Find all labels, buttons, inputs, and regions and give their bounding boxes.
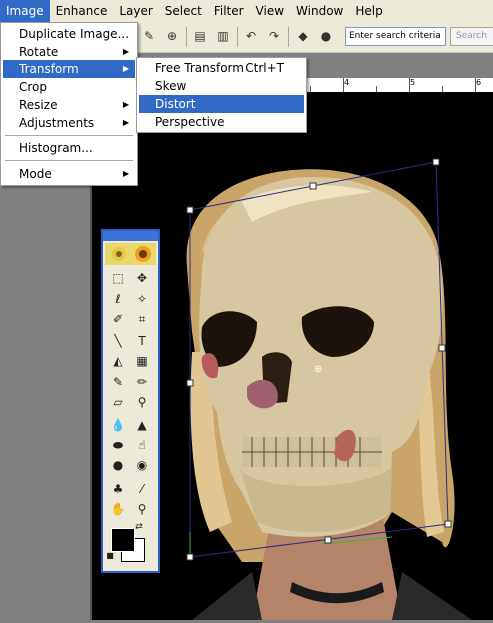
toolbar-separator bbox=[237, 27, 238, 47]
menu-item-mode[interactable]: Mode ▶ bbox=[3, 165, 135, 183]
cookie-cutter-icon[interactable]: ♣ bbox=[108, 479, 128, 499]
print-preview-icon[interactable]: ▥ bbox=[214, 27, 232, 45]
lasso-icon[interactable]: ℓ bbox=[108, 289, 128, 309]
menu-item-duplicate-image[interactable]: Duplicate Image... bbox=[3, 25, 135, 43]
menu-item-distort[interactable]: Distort bbox=[139, 95, 304, 113]
menu-item-perspective[interactable]: Perspective bbox=[139, 113, 304, 131]
redo-icon[interactable]: ↷ bbox=[265, 27, 283, 45]
tools-palette: ⬚ ✥ ℓ ✧ ✐ ⌗ ╲ T ◭ ▦ ✎ ✏ ▱ ⚲ 💧 ▲ ⬬ ☝ ● ◉ … bbox=[101, 229, 160, 573]
ruler-label: 5 bbox=[410, 78, 416, 87]
menu-layer[interactable]: Layer bbox=[113, 0, 158, 22]
menu-item-free-transform[interactable]: Free Transform Ctrl+T bbox=[139, 59, 304, 77]
menu-item-label: Skew bbox=[155, 79, 187, 93]
search-input[interactable]: Enter search criteria bbox=[345, 27, 446, 46]
quick-selection-icon[interactable]: ✐ bbox=[108, 309, 128, 329]
menu-item-rotate[interactable]: Rotate ▶ bbox=[3, 43, 135, 61]
dodge-icon[interactable]: ● bbox=[108, 455, 128, 475]
type-icon[interactable]: T bbox=[132, 331, 152, 351]
foreground-color-swatch[interactable] bbox=[111, 528, 135, 552]
print-icon[interactable]: ▤ bbox=[191, 27, 209, 45]
eraser-icon[interactable]: ▱ bbox=[108, 392, 128, 412]
menu-bar: Image Enhance Layer Select Filter View W… bbox=[0, 0, 493, 23]
sponge-icon[interactable]: ⬬ bbox=[108, 435, 128, 455]
clone-stamp-icon[interactable]: ⚲ bbox=[132, 392, 152, 412]
image-menu: Duplicate Image... Rotate ▶ Transform ▶ … bbox=[0, 22, 138, 186]
menu-image[interactable]: Image bbox=[0, 0, 50, 22]
ruler-label: 6 bbox=[476, 78, 482, 87]
eyedropper-tool-icon[interactable]: ⊕ bbox=[163, 27, 181, 45]
palette-well-icon[interactable]: ◆ bbox=[294, 27, 312, 45]
menu-select[interactable]: Select bbox=[159, 0, 208, 22]
submenu-arrow-icon: ▶ bbox=[122, 47, 129, 56]
ruler-tick bbox=[409, 78, 410, 92]
menu-enhance[interactable]: Enhance bbox=[50, 0, 114, 22]
menu-item-label: Mode bbox=[19, 167, 52, 181]
menu-help[interactable]: Help bbox=[349, 0, 388, 22]
menu-item-label: Rotate bbox=[19, 45, 59, 59]
menu-item-label: Perspective bbox=[155, 115, 225, 129]
search-button[interactable]: Search bbox=[450, 27, 493, 46]
magic-wand-icon[interactable]: ✧ bbox=[132, 289, 152, 309]
help-icon[interactable]: ● bbox=[317, 27, 335, 45]
menu-filter[interactable]: Filter bbox=[208, 0, 250, 22]
menu-item-label: Transform bbox=[19, 62, 79, 76]
menu-item-label: Resize bbox=[19, 98, 58, 112]
line-icon[interactable]: ╲ bbox=[108, 331, 128, 351]
palette-title-bar[interactable] bbox=[103, 231, 158, 241]
menu-item-crop[interactable]: Crop bbox=[3, 78, 135, 96]
menu-item-label: Adjustments bbox=[19, 116, 95, 130]
menu-item-adjustments[interactable]: Adjustments ▶ bbox=[3, 114, 135, 132]
toolbar-separator bbox=[288, 27, 289, 47]
ruler-tick bbox=[475, 78, 476, 92]
crop-icon[interactable]: ⌗ bbox=[132, 309, 152, 329]
submenu-arrow-icon: ▶ bbox=[122, 169, 129, 178]
toolbar-separator bbox=[186, 27, 187, 47]
marquee-icon[interactable]: ⬚ bbox=[108, 268, 128, 288]
menu-item-label: Crop bbox=[19, 80, 48, 94]
stamp-icon[interactable]: ✎ bbox=[140, 27, 158, 45]
red-eye-icon[interactable]: ◉ bbox=[132, 455, 152, 475]
paint-bucket-icon[interactable]: ◭ bbox=[108, 351, 128, 371]
sunflower-logo-icon bbox=[105, 243, 156, 265]
ruler-label: 4 bbox=[344, 78, 350, 87]
menu-item-label: Histogram... bbox=[19, 141, 93, 155]
menu-window[interactable]: Window bbox=[290, 0, 349, 22]
menu-item-shortcut: Ctrl+T bbox=[245, 61, 284, 75]
submenu-arrow-icon: ▶ bbox=[122, 64, 129, 73]
menu-item-transform[interactable]: Transform ▶ bbox=[3, 60, 135, 78]
menu-view[interactable]: View bbox=[250, 0, 290, 22]
menu-item-label: Distort bbox=[155, 97, 196, 111]
ruler-tick bbox=[343, 78, 344, 92]
sharpen-icon[interactable]: ▲ bbox=[132, 415, 152, 435]
menu-item-histogram[interactable]: Histogram... bbox=[3, 139, 135, 157]
menu-item-resize[interactable]: Resize ▶ bbox=[3, 96, 135, 114]
zoom-icon[interactable]: ⚲ bbox=[132, 499, 152, 519]
hand-icon[interactable]: ✋ bbox=[108, 499, 128, 519]
menu-separator bbox=[5, 135, 133, 136]
eyedropper-icon[interactable]: ⁄ bbox=[132, 479, 152, 499]
swap-colors-icon[interactable]: ⇄ bbox=[133, 521, 145, 533]
undo-icon[interactable]: ↶ bbox=[242, 27, 260, 45]
menu-item-label: Duplicate Image... bbox=[19, 27, 130, 41]
smudge-icon[interactable]: ☝ bbox=[132, 435, 152, 455]
brush-icon[interactable]: ✎ bbox=[108, 372, 128, 392]
pencil-icon[interactable]: ✏ bbox=[132, 372, 152, 392]
default-colors-icon[interactable]: ■ bbox=[105, 551, 115, 561]
menu-item-skew[interactable]: Skew bbox=[139, 77, 304, 95]
menu-item-label: Free Transform bbox=[155, 61, 244, 75]
blur-icon[interactable]: 💧 bbox=[108, 415, 128, 435]
gradient-icon[interactable]: ▦ bbox=[132, 351, 152, 371]
submenu-arrow-icon: ▶ bbox=[122, 100, 129, 109]
svg-text:⊕: ⊕ bbox=[314, 364, 322, 375]
transform-submenu: Free Transform Ctrl+T Skew Distort Persp… bbox=[136, 57, 307, 133]
move-icon[interactable]: ✥ bbox=[132, 268, 152, 288]
submenu-arrow-icon: ▶ bbox=[122, 118, 129, 127]
menu-separator bbox=[5, 160, 133, 161]
